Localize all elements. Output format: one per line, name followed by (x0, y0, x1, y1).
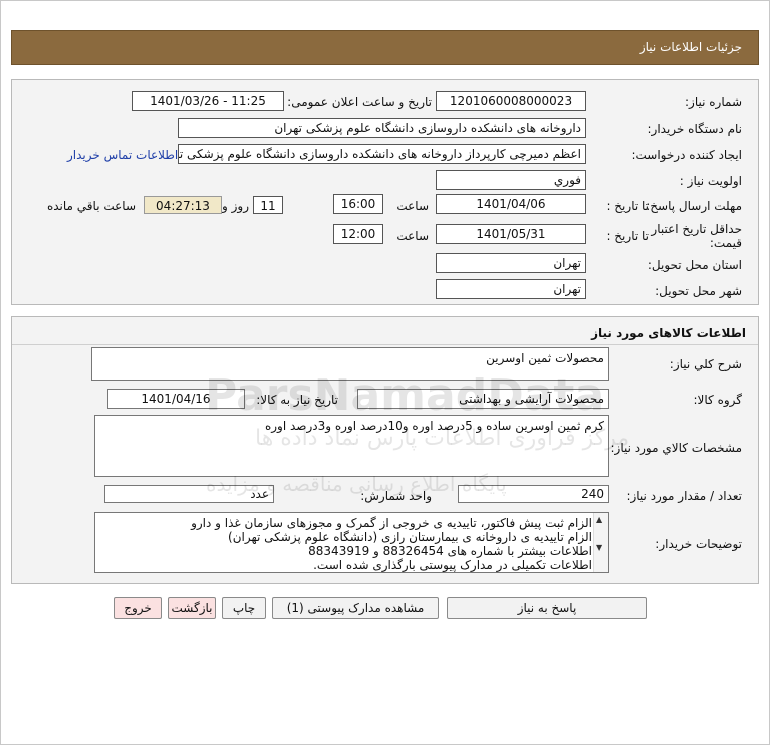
general-desc-field: محصولات ثمین اوسرین (91, 347, 609, 381)
unit-field: عدد (104, 485, 274, 503)
city-field: تهران (436, 279, 586, 299)
page-title: جزئیات اطلاعات نیاز (639, 40, 742, 54)
back-button[interactable]: بازگشت (168, 597, 216, 619)
notes-scrollbar[interactable]: ▲ ▼ (593, 513, 608, 572)
validity-date-field: 1401/05/31 (436, 224, 586, 244)
validity-time-label: ساعت (396, 229, 429, 243)
validity-label-line2: قیمت: (709, 236, 742, 250)
goods-group-label: گروه کالا: (693, 393, 743, 407)
need-date-label: تاریخ نیاز به کالا: (256, 393, 338, 407)
days-label: روز و (222, 199, 249, 213)
buyer-notes-textarea[interactable]: الزام ثبت پیش فاکتور، تاییدیه ی خروجی از… (94, 512, 609, 573)
province-field: تهران (436, 253, 586, 273)
buyer-contact-link[interactable]: اطلاعات تماس خریدار (67, 148, 178, 162)
general-desc-label: شرح کلي نیاز: (669, 357, 742, 371)
print-button[interactable]: چاپ (222, 597, 266, 619)
deadline-time-field: 16:00 (333, 194, 383, 214)
validity-label-line1: حداقل تاریخ اعتبار (651, 222, 742, 236)
exit-button[interactable]: خروج (114, 597, 162, 619)
need-info-panel (11, 79, 759, 305)
requester-label: ایجاد کننده درخواست: (631, 148, 742, 162)
deadline-date-field: 1401/04/06 (436, 194, 586, 214)
validity-to-date-label: تا تاریخ : (606, 229, 649, 243)
deadline-time-label: ساعت (396, 199, 429, 213)
requester-field: اعظم دمیرچی کارپرداز داروخانه های دانشکد… (178, 144, 586, 164)
goods-section-title: اطلاعات کالاهای مورد نیاز (591, 326, 746, 340)
goods-group-field: محصولات آرایشی و بهداشتی (357, 389, 609, 409)
view-attachments-button[interactable]: مشاهده مدارک پیوستی (1) (272, 597, 439, 619)
scroll-up-icon[interactable]: ▲ (596, 515, 602, 524)
page-header: جزئیات اطلاعات نیاز (11, 30, 759, 65)
spec-label: مشخصات کالاي مورد نیاز: (610, 441, 742, 455)
remaining-time-label: ساعت باقي مانده (46, 199, 136, 213)
buyer-org-field: داروخانه های دانشکده داروسازی دانشگاه عل… (178, 118, 586, 138)
scroll-down-icon[interactable]: ▼ (596, 543, 602, 552)
city-label: شهر محل تحویل: (655, 284, 742, 298)
announce-label: تاریخ و ساعت اعلان عمومی: (287, 95, 432, 109)
goods-title-divider (12, 344, 758, 345)
notes-line-1: الزام ثبت پیش فاکتور، تاییدیه ی خروجی از… (191, 516, 592, 530)
validity-time-field: 12:00 (333, 224, 383, 244)
remaining-days-field: 11 (253, 196, 283, 214)
announce-field: 1401/03/26 - 11:25 (132, 91, 284, 111)
quantity-field: 240 (458, 485, 609, 503)
need-number-label: شماره نیاز: (685, 95, 742, 109)
need-number-field: 1201060008000023 (436, 91, 586, 111)
deadline-to-date-label: تا تاریخ : (606, 199, 649, 213)
notes-line-3: اطلاعات بیشتر با شماره های 88326454 و 88… (308, 544, 592, 558)
priority-field: فوري (436, 170, 586, 190)
quantity-label: تعداد / مقدار مورد نیاز: (626, 489, 742, 503)
deadline-label: مهلت ارسال پاسخ: (646, 199, 742, 213)
province-label: استان محل تحویل: (647, 258, 742, 272)
notes-line-2: الزام تاییدیه ی داروخانه ی بیمارستان راز… (228, 530, 592, 544)
reply-to-need-button[interactable]: پاسخ به نیاز (447, 597, 647, 619)
buyer-notes-label: توضیحات خریدار: (655, 537, 742, 551)
need-date-field: 1401/04/16 (107, 389, 245, 409)
buyer-org-label: نام دستگاه خریدار: (647, 122, 743, 136)
priority-label: اولویت نیاز : (679, 174, 742, 188)
spec-field: کرم ثمین اوسرین ساده و 5درصد اوره و10درص… (94, 415, 609, 477)
unit-label: واحد شمارش: (360, 489, 432, 503)
remaining-time-field: 04:27:13 (144, 196, 222, 214)
notes-line-4: اطلاعات تکمیلی در مدارک پیوستی بارگذاری … (313, 558, 592, 572)
